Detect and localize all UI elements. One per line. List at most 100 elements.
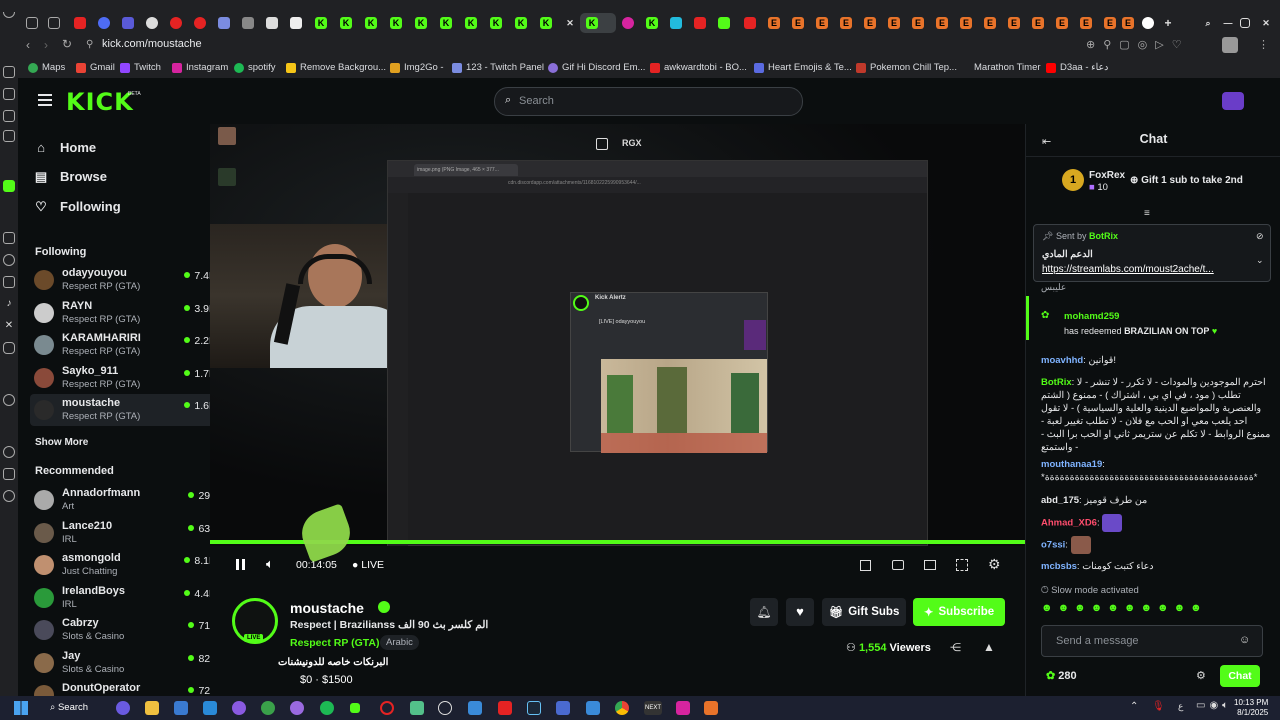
bookmark-img2go[interactable]: Img2Go - (390, 62, 444, 73)
notes-icon[interactable] (3, 110, 15, 122)
opera-icon[interactable] (380, 701, 394, 715)
taskbar-app-icon[interactable] (438, 701, 452, 715)
sidebar-channel-annadorfmann[interactable]: Annadorfmann Art 299 (30, 484, 218, 516)
sidebar-channel-cabrzy[interactable]: Cabrzy Slots & Casino 713 (30, 614, 218, 646)
gift-sub-prompt[interactable]: ⊕ Gift 1 sub to take 2nd (1130, 175, 1243, 186)
chat-username[interactable]: o7ssi (1041, 540, 1065, 551)
bookmark-marathon[interactable]: Marathon Timer (974, 62, 1041, 73)
steam-icon[interactable] (527, 701, 541, 715)
kick-icon[interactable] (3, 180, 15, 192)
tab-icon[interactable]: E (840, 17, 852, 29)
bookmark-heart-emojis[interactable]: Heart Emojis & Te... (754, 62, 852, 73)
twitch-icon[interactable] (3, 232, 15, 244)
tab-icon[interactable]: K (365, 17, 377, 29)
tab-icon[interactable]: E (1032, 17, 1044, 29)
tab-icon[interactable]: E (912, 17, 924, 29)
bookmark-awkwardtobi[interactable]: awkwardtobi - BO... (650, 62, 747, 73)
tab-icon[interactable]: K (515, 17, 527, 29)
browser-toolbar-icons[interactable]: ⊕⚲▢◎▷♡ (1086, 38, 1190, 51)
tab-icon[interactable] (744, 17, 756, 29)
tab-icon[interactable]: K (340, 17, 352, 29)
chat-username[interactable]: Ahmad_XD6 (1041, 518, 1097, 529)
channel-name[interactable]: moustache (290, 600, 364, 616)
taskbar-app-icon[interactable] (556, 701, 570, 715)
taskbar-app-icon[interactable] (116, 701, 130, 715)
language-tag[interactable]: Arabic (380, 635, 419, 650)
taskbar-app-icon[interactable] (586, 701, 600, 715)
chat-username[interactable]: mcbsbs (1041, 561, 1077, 572)
tab-icon[interactable]: E (816, 17, 828, 29)
volume-icon[interactable]: 🔈︎ (266, 556, 274, 572)
tab-icon[interactable]: K (315, 17, 327, 29)
profile-avatar[interactable] (1222, 37, 1238, 53)
tab-icon[interactable] (194, 17, 206, 29)
channel-points[interactable]: ✿ 280 (1046, 669, 1077, 682)
nav-home[interactable]: ⌂ Home (34, 140, 96, 155)
tab-icon[interactable]: E (792, 17, 804, 29)
x-icon[interactable]: ✕ (3, 320, 15, 332)
history-icon[interactable] (3, 66, 15, 78)
bookmark-pokemon[interactable]: Pokemon Chill Tep... (856, 62, 957, 73)
tab-icon[interactable] (98, 17, 110, 29)
close-window-icon[interactable]: ✕ (1260, 17, 1272, 29)
chat-send-button[interactable]: Chat (1220, 665, 1260, 687)
tab-icon[interactable]: K (390, 17, 402, 29)
pinned-message[interactable]: 📌︎ Sent by BotRix ⊘ الدعم المادي https:/… (1033, 224, 1271, 282)
language-indicator[interactable]: ع (1178, 701, 1183, 712)
fullscreen-icon[interactable] (956, 559, 968, 571)
spotify-icon[interactable] (320, 701, 334, 715)
search-tabs-icon[interactable]: ⌕ (1202, 17, 1214, 29)
windows-start-icon[interactable] (14, 701, 28, 715)
emote-row[interactable]: ☻☻☻☻☻☻☻☻☻☻ (1041, 602, 1273, 618)
bookmark-gif-discord[interactable]: Gif Hi Discord Em... (548, 62, 645, 73)
url-text[interactable]: kick.com/moustache (102, 38, 202, 50)
active-tab[interactable]: K (580, 13, 616, 33)
unpin-icon[interactable]: ⊘ (1256, 231, 1264, 242)
tab-icon[interactable] (290, 17, 302, 29)
sidebar-channel-moustache[interactable]: moustache Respect RP (GTA) 1.6K (30, 394, 218, 426)
chat-username[interactable]: BotRix (1041, 377, 1072, 388)
tab-icon[interactable] (1142, 17, 1154, 29)
calendar-icon[interactable] (3, 130, 15, 142)
back-icon[interactable]: ‹ (26, 38, 30, 52)
subscribe-button[interactable]: ✦ Subscribe (913, 598, 1005, 626)
scroll-handle-icon[interactable]: ≡ (1144, 208, 1150, 219)
xbox-icon[interactable] (261, 701, 275, 715)
clip-icon[interactable] (892, 560, 904, 570)
tab-icon[interactable] (242, 17, 254, 29)
taskbar-app-icon[interactable] (232, 701, 246, 715)
chat-settings-icon[interactable]: ⚙ (1196, 669, 1206, 682)
tray-chevron-icon[interactable]: ⌃ (1130, 701, 1138, 712)
settings-gear-icon[interactable]: ⚙ (988, 556, 1001, 573)
video-player[interactable]: RGX image.png (PNG Image, 465 × 377... c… (210, 124, 1025, 546)
chat-input[interactable]: Send a message ☺ (1041, 625, 1263, 657)
tab-icon[interactable]: E (768, 17, 780, 29)
emoji-picker-icon[interactable]: ☺ (1239, 634, 1250, 646)
whatsapp-icon[interactable] (3, 254, 15, 266)
pip-icon[interactable] (860, 560, 871, 571)
tab-icon[interactable] (26, 17, 38, 29)
taskbar-app-icon[interactable] (290, 701, 304, 715)
tab-icon[interactable] (694, 17, 706, 29)
search-input[interactable]: Search (519, 95, 554, 107)
microphone-icon[interactable]: 🎙︎ (1152, 701, 1165, 712)
taskbar-search[interactable]: ⌕ Search (50, 702, 88, 713)
maximize-icon[interactable] (1240, 18, 1250, 28)
nav-following[interactable]: ♡ Following (34, 199, 120, 214)
extension-icon[interactable] (3, 88, 15, 100)
tab-icon[interactable]: E (1104, 17, 1116, 29)
chat-username[interactable]: moavhhd (1041, 355, 1083, 366)
tiktok-icon[interactable]: ♪ (3, 298, 15, 310)
bookmark-remove-bg[interactable]: Remove Backgrou... (286, 62, 386, 73)
gift-subs-button[interactable]: 🎁︎ Gift Subs (822, 598, 906, 626)
taskbar-app-icon[interactable] (704, 701, 718, 715)
tab-icon[interactable]: E (936, 17, 948, 29)
tab-icon[interactable]: ✕ (564, 17, 576, 29)
bookmark-twitch[interactable]: Twitch (120, 62, 161, 73)
tab-icon[interactable]: E (1056, 17, 1068, 29)
discord-icon[interactable] (3, 342, 15, 354)
tab-icon[interactable]: E (984, 17, 996, 29)
tab-icon[interactable]: E (1122, 17, 1134, 29)
notification-bell-icon[interactable]: 🔔︎ (750, 598, 778, 626)
tab-icon[interactable] (718, 17, 730, 29)
